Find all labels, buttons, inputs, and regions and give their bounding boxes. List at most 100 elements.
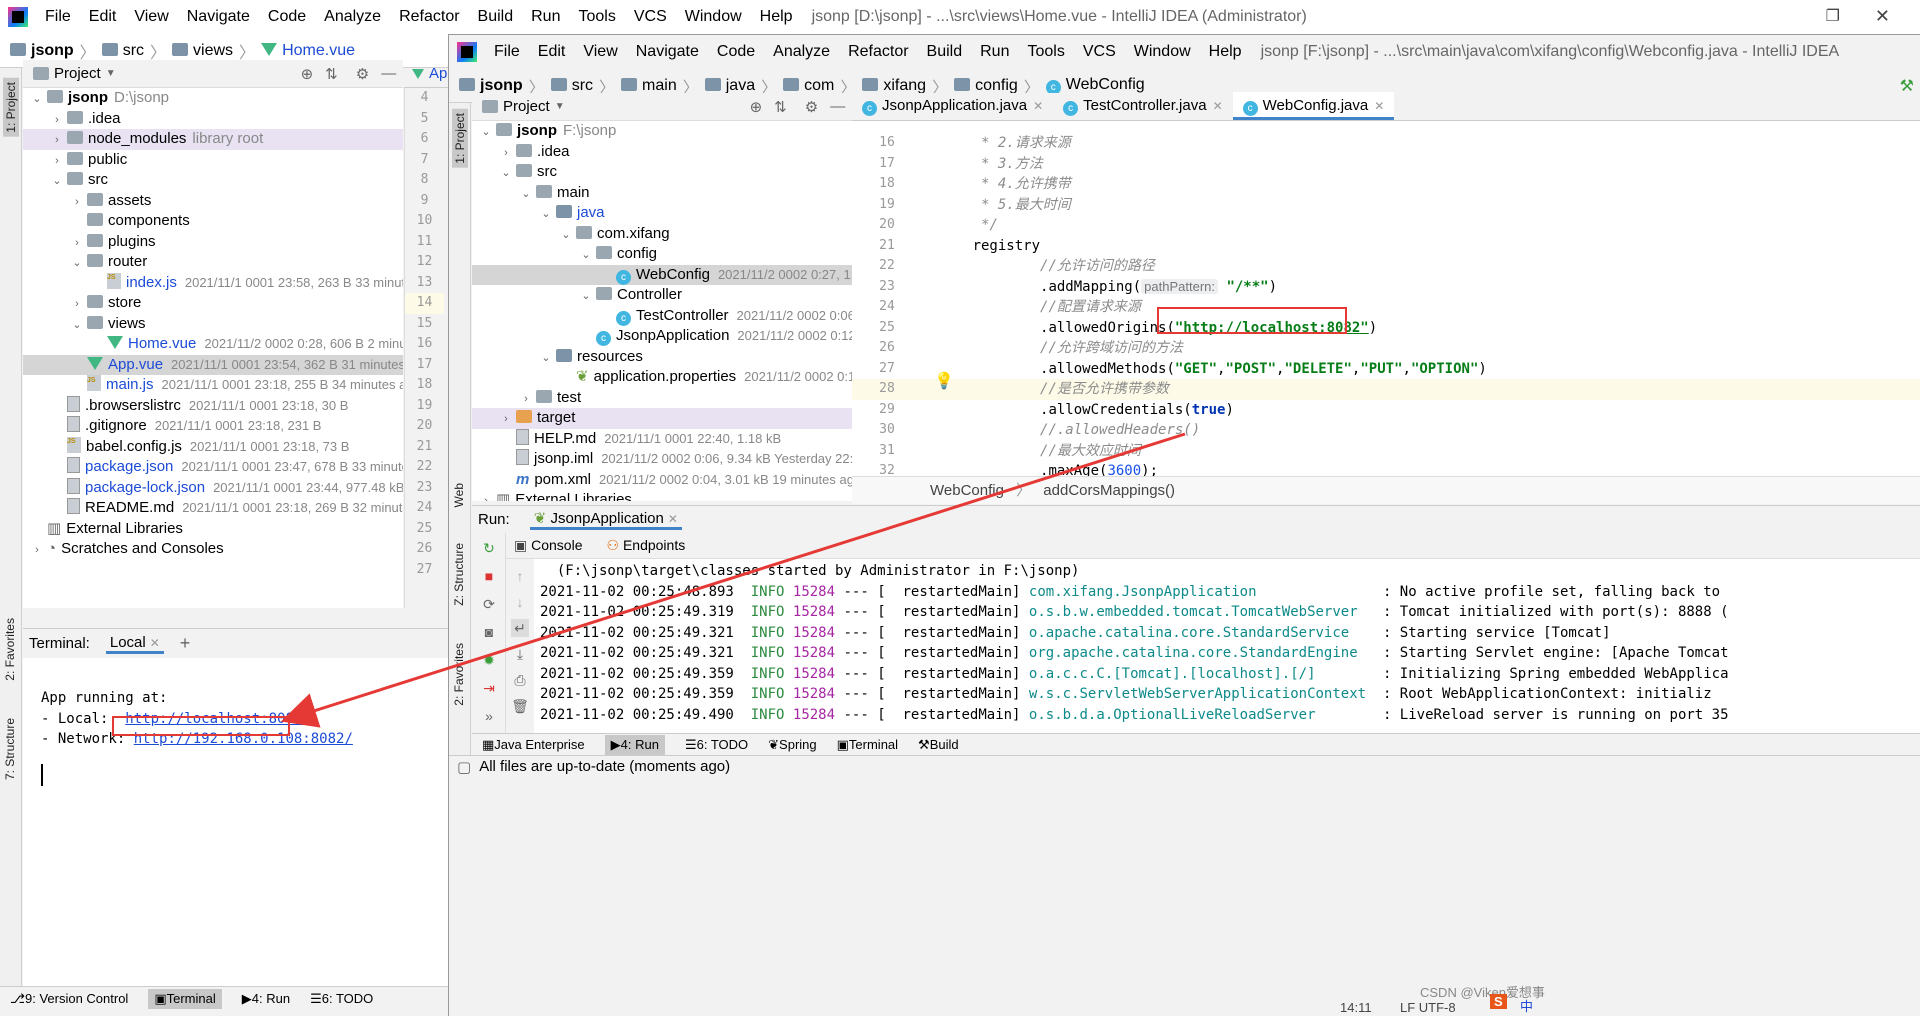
chevron-down-icon[interactable]: ⌄: [67, 253, 87, 274]
close-icon[interactable]: ✕: [1374, 99, 1384, 113]
tree-row[interactable]: › store: [23, 293, 403, 314]
gear-icon[interactable]: ⚙: [356, 65, 369, 83]
tab-favorites-side[interactable]: 2: Favorites: [452, 643, 466, 706]
chevron-down-icon[interactable]: ▼: [106, 68, 116, 79]
lightbulb-icon[interactable]: 💡: [934, 371, 954, 391]
close-icon[interactable]: ✕: [1033, 99, 1043, 113]
tree-row[interactable]: ⌄ config: [472, 244, 852, 265]
restore-icon[interactable]: ❐: [1826, 6, 1840, 26]
run-console[interactable]: (F:\jsonp\target\classes started by Admi…: [534, 559, 1920, 733]
collapse-icon[interactable]: ⇅: [325, 65, 338, 83]
menu-item-vcs[interactable]: VCS: [634, 8, 667, 26]
close-icon[interactable]: ✕: [1875, 6, 1890, 27]
bottom-tab-4-run[interactable]: ▶ 4: Run: [604, 734, 665, 755]
tree-row[interactable]: Home.vue 2021/11/2 0002 0:28, 606 B 2 min…: [23, 334, 403, 355]
tree-row[interactable]: ⌄ router: [23, 252, 403, 273]
ime-mode[interactable]: 中: [1520, 996, 1533, 1015]
camera-icon[interactable]: ◙: [480, 623, 498, 641]
trash-icon[interactable]: 🗑: [511, 697, 529, 715]
breadcrumb-item[interactable]: src: [550, 77, 593, 95]
exit-icon[interactable]: ⇥: [480, 679, 498, 697]
status-icon[interactable]: ▢: [457, 758, 471, 776]
tab-testcontroller-java[interactable]: c TestController.java ✕: [1053, 92, 1232, 120]
menu-item-edit[interactable]: Edit: [89, 8, 117, 26]
bottom-tab-spring[interactable]: ❦ Spring: [768, 737, 816, 753]
close-icon[interactable]: ✕: [150, 636, 160, 650]
tab-webconfig-java[interactable]: c WebConfig.java ✕: [1232, 92, 1395, 120]
tab-console[interactable]: ▣ Console: [514, 537, 583, 554]
tree-row[interactable]: › target: [472, 408, 852, 429]
tree-row[interactable]: components: [23, 211, 403, 232]
chevron-right-icon[interactable]: ›: [476, 491, 496, 501]
chevron-down-icon[interactable]: ⌄: [556, 225, 576, 246]
chevron-right-icon[interactable]: ›: [47, 151, 67, 172]
tree-row[interactable]: ⌄ jsonp D:\jsonp: [23, 88, 403, 109]
tree-row[interactable]: ⌄ views: [23, 314, 403, 335]
tab-web-side[interactable]: Web: [452, 483, 466, 507]
crumb-webconfig[interactable]: WebConfig: [930, 482, 1004, 499]
tree-row[interactable]: › public: [23, 150, 403, 171]
tree-row[interactable]: package.json 2021/11/1 0001 23:47, 678 B …: [23, 457, 403, 478]
chevron-down-icon[interactable]: ⌄: [536, 204, 556, 225]
menu-item-vcs[interactable]: VCS: [1083, 43, 1116, 61]
tab-structure-side[interactable]: 7: Structure: [3, 718, 17, 780]
ime-logo-icon[interactable]: S: [1490, 994, 1507, 1009]
tab-terminal-local[interactable]: Local ✕: [105, 634, 164, 654]
menu-item-code[interactable]: Code: [717, 43, 755, 61]
tree-row[interactable]: › .idea: [23, 109, 403, 130]
left-editor-tab[interactable]: Ap: [404, 60, 448, 88]
tab-project-side[interactable]: 1: Project: [3, 78, 19, 137]
debug-icon[interactable]: ✹: [480, 651, 498, 669]
tree-row[interactable]: ⌄ src: [23, 170, 403, 191]
collapse-icon[interactable]: ⇅: [774, 98, 787, 116]
menu-item-run[interactable]: Run: [531, 8, 560, 26]
breadcrumb-item[interactable]: com: [783, 77, 834, 95]
chevron-right-icon[interactable]: ›: [496, 143, 516, 164]
menu-item-file[interactable]: File: [494, 43, 520, 61]
tab-run-config[interactable]: ❦ JsonpApplication ✕: [529, 509, 682, 530]
menu-item-view[interactable]: View: [583, 43, 617, 61]
tree-row[interactable]: c WebConfig 2021/11/2 0002 0:27, 1.08: [472, 264, 852, 285]
breadcrumb-item[interactable]: java: [704, 77, 755, 95]
code-editor[interactable]: * 2.请求来源 * 3.方法 * 4.允许携带 * 5.最大时间 */ reg…: [922, 121, 1920, 476]
rerun-icon[interactable]: ↻: [480, 539, 498, 557]
breadcrumb-item[interactable]: jsonp: [10, 42, 74, 60]
menu-item-code[interactable]: Code: [268, 8, 306, 26]
tree-row[interactable]: ⌄ Controller: [472, 285, 852, 306]
chevron-down-icon[interactable]: ⌄: [47, 171, 67, 192]
menu-item-analyze[interactable]: Analyze: [324, 8, 381, 26]
tree-row[interactable]: ⌄ resources: [472, 347, 852, 368]
tree-row[interactable]: ⌄ main: [472, 183, 852, 204]
tree-row[interactable]: c JsonpApplication 2021/11/2 0002 0:12, 43: [472, 326, 852, 347]
target-icon[interactable]: ⊕: [750, 98, 763, 116]
menu-item-build[interactable]: Build: [927, 43, 963, 61]
breadcrumb-item[interactable]: Home.vue: [261, 42, 355, 60]
menu-item-tools[interactable]: Tools: [1027, 43, 1064, 61]
menu-item-help[interactable]: Help: [760, 8, 793, 26]
menu-item-refactor[interactable]: Refactor: [399, 8, 459, 26]
bottom-tab-java-enterprise[interactable]: ▦ Java Enterprise: [482, 737, 585, 753]
tree-row[interactable]: main.js 2021/11/1 0001 23:18, 255 B 34 mi…: [23, 371, 403, 396]
menu-item-run[interactable]: Run: [980, 43, 1009, 61]
soft-wrap-icon[interactable]: ↵: [511, 619, 529, 637]
chevron-right-icon[interactable]: ›: [516, 389, 536, 410]
chevron-right-icon[interactable]: ›: [67, 294, 87, 315]
tree-row[interactable]: package-lock.json 2021/11/1 0001 23:44, 9…: [23, 477, 403, 499]
tree-row[interactable]: › assets: [23, 191, 403, 212]
more-icon[interactable]: »: [480, 707, 498, 725]
terminal-output[interactable]: App running at: - Local: http://localhos…: [23, 658, 448, 986]
tab-project-side[interactable]: 1: Project: [452, 109, 468, 168]
chevron-down-icon[interactable]: ⌄: [536, 348, 556, 369]
minimize-icon[interactable]: —: [830, 98, 845, 115]
tree-row[interactable]: .browserslistrc 2021/11/1 0001 23:18, 30 …: [23, 395, 403, 417]
bottom-tab-4-run[interactable]: ▶ 4: Run: [242, 991, 290, 1007]
chevron-right-icon[interactable]: ›: [67, 192, 87, 213]
minimize-icon[interactable]: —: [381, 65, 396, 82]
tree-row[interactable]: c TestController 2021/11/2 0002 0:06, 3: [472, 306, 852, 327]
tab-favorites-side[interactable]: 2: Favorites: [3, 618, 17, 681]
bottom-tab-6-todo[interactable]: ☰ 6: TODO: [685, 737, 748, 753]
tree-row[interactable]: ▥ External Libraries: [23, 519, 403, 540]
chevron-right-icon[interactable]: ›: [47, 110, 67, 131]
chevron-down-icon[interactable]: ⌄: [67, 315, 87, 336]
menu-item-view[interactable]: View: [134, 8, 168, 26]
